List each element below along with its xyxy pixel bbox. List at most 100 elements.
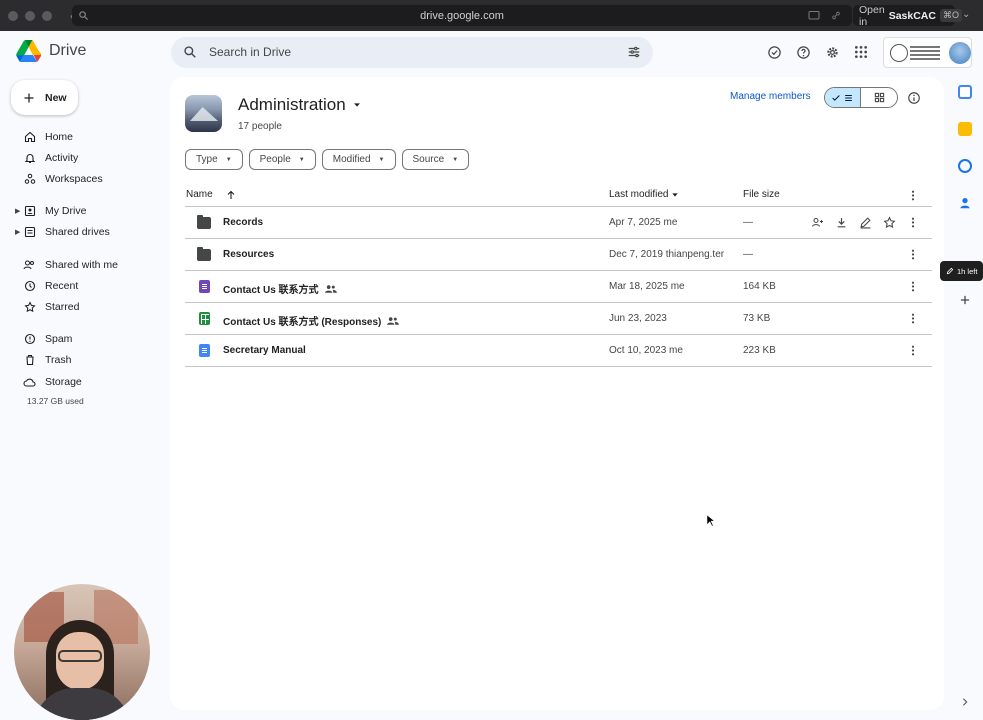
new-button[interactable]: New	[11, 80, 78, 115]
webcam-overlay	[14, 584, 150, 720]
mouse-cursor-icon	[706, 514, 715, 527]
star-icon	[23, 300, 36, 313]
shared-drive-title-button[interactable]: Administration	[238, 95, 362, 115]
more-vert-icon[interactable]	[909, 280, 917, 293]
grid-view-button[interactable]	[861, 88, 897, 107]
expand-caret-icon[interactable]: ▶	[15, 207, 20, 215]
filter-chips: Type ▼ People ▼ Modified ▼ Source ▼	[185, 149, 470, 170]
sidebar-item-label: Spam	[45, 333, 73, 345]
star-icon[interactable]	[883, 216, 896, 229]
sidebar-item-shared-with-me[interactable]: Shared with me	[0, 255, 160, 275]
table-row[interactable]: Records Apr 7, 2025 me —	[185, 207, 932, 239]
offline-ready-icon[interactable]	[766, 44, 782, 60]
account-avatar[interactable]	[949, 41, 971, 64]
cast-icon[interactable]	[808, 10, 820, 21]
file-modified: Dec 7, 2019 thianpeng.ter	[609, 249, 725, 260]
sidebar-item-shared-drives[interactable]: ▶ Shared drives	[0, 222, 160, 242]
plus-icon	[24, 93, 34, 102]
side-panel	[948, 77, 983, 710]
browser-toolbar: ‹ drive.google.com Open in SaskCAC ⌘O ⌄	[0, 0, 983, 31]
settings-gear-icon[interactable]	[824, 44, 840, 60]
filter-label: Type	[196, 154, 218, 165]
sidebar-item-activity[interactable]: Activity	[0, 148, 160, 168]
apps-grid-icon[interactable]	[853, 44, 869, 60]
more-vert-icon[interactable]	[909, 312, 917, 325]
rename-pencil-icon[interactable]	[859, 216, 872, 229]
address-bar[interactable]: drive.google.com	[72, 5, 852, 26]
list-view-button[interactable]	[825, 88, 862, 107]
search-bar[interactable]: Search in Drive	[171, 37, 653, 68]
sidebar-item-label: Recent	[45, 280, 79, 292]
contacts-icon[interactable]	[958, 196, 972, 210]
keep-icon[interactable]	[958, 122, 972, 136]
sidebar-item-home[interactable]: Home	[0, 127, 160, 147]
search-icon[interactable]	[183, 45, 197, 59]
sidebar-item-storage[interactable]: Storage	[0, 372, 160, 392]
filter-modified[interactable]: Modified ▼	[321, 149, 396, 170]
filter-people[interactable]: People ▼	[248, 149, 316, 170]
help-icon[interactable]	[795, 44, 811, 60]
more-vert-icon[interactable]	[909, 189, 917, 202]
column-file-size[interactable]: File size	[743, 189, 780, 200]
window-controls[interactable]	[0, 10, 52, 21]
table-row[interactable]: Secretary Manual Oct 10, 2023 me 223 KB	[185, 335, 932, 367]
organization-seal-icon	[890, 43, 908, 62]
search-options-icon[interactable]	[627, 45, 641, 59]
drive-logo[interactable]: Drive	[16, 40, 86, 62]
column-last-modified[interactable]: Last modified	[609, 189, 668, 200]
calendar-icon[interactable]	[958, 85, 972, 99]
expand-caret-icon[interactable]: ▶	[15, 228, 20, 236]
sidebar-item-label: Home	[45, 131, 74, 143]
main-content: Administration 17 people Manage members …	[170, 77, 944, 710]
share-person-add-icon[interactable]	[811, 216, 824, 229]
manage-members-button[interactable]: Manage members	[730, 91, 811, 102]
cloud-icon	[23, 375, 36, 388]
workspaces-icon	[23, 172, 36, 185]
google-forms-icon	[199, 280, 210, 293]
app-name: Drive	[49, 42, 87, 59]
info-icon[interactable]	[907, 91, 921, 105]
new-button-label: New	[45, 91, 67, 104]
account-switcher[interactable]	[883, 37, 972, 68]
sidebar-item-label: Workspaces	[45, 173, 103, 185]
sidebar-item-recent[interactable]: Recent	[0, 276, 160, 296]
sidebar-item-trash[interactable]: Trash	[0, 350, 160, 370]
shared-drive-avatar	[185, 95, 222, 132]
sidebar-item-workspaces[interactable]: Workspaces	[0, 169, 160, 189]
table-header: Name Last modified File size	[185, 184, 932, 207]
sort-ascending-icon[interactable]	[225, 189, 237, 201]
table-row[interactable]: Resources Dec 7, 2019 thianpeng.ter —	[185, 239, 932, 271]
more-vert-icon[interactable]	[909, 216, 917, 229]
column-name[interactable]: Name	[186, 189, 213, 200]
dropdown-icon: ▼	[378, 156, 385, 163]
chevron-right-icon[interactable]	[961, 694, 975, 708]
tasks-icon[interactable]	[958, 159, 972, 173]
filter-type[interactable]: Type ▼	[185, 149, 243, 170]
dropdown-icon: ▼	[452, 156, 459, 163]
home-icon	[23, 130, 36, 143]
sidebar-item-spam[interactable]: Spam	[0, 329, 160, 349]
open-in-label: Open in	[859, 3, 885, 28]
open-in-app-name: SaskCAC	[888, 9, 936, 22]
link-icon[interactable]	[830, 10, 842, 21]
file-name: Records	[223, 217, 263, 228]
my-drive-icon	[23, 204, 36, 217]
more-vert-icon[interactable]	[909, 248, 917, 261]
tooltip-text: 1h left	[957, 266, 978, 276]
sidebar-item-label: Shared drives	[45, 226, 110, 238]
table-row[interactable]: Contact Us 联系方式 (Responses) Jun 23, 2023…	[185, 303, 932, 335]
filter-source[interactable]: Source ▼	[401, 149, 470, 170]
sort-dropdown-icon[interactable]	[671, 191, 679, 199]
table-row[interactable]: Contact Us 联系方式 Mar 18, 2025 me 164 KB	[185, 271, 932, 303]
download-icon[interactable]	[835, 216, 848, 229]
pencil-icon	[946, 267, 954, 275]
open-in-app-button[interactable]: Open in SaskCAC ⌘O	[853, 3, 962, 28]
sidebar-item-my-drive[interactable]: ▶ My Drive	[0, 201, 160, 221]
dropdown-icon: ▼	[225, 156, 232, 163]
shared-people-icon	[324, 284, 337, 293]
sidebar-item-starred[interactable]: Starred	[0, 297, 160, 317]
file-name: Secretary Manual	[223, 345, 306, 356]
add-addon-icon[interactable]	[958, 293, 972, 307]
more-vert-icon[interactable]	[909, 344, 917, 357]
chevron-down-icon[interactable]: ⌄	[962, 9, 970, 20]
